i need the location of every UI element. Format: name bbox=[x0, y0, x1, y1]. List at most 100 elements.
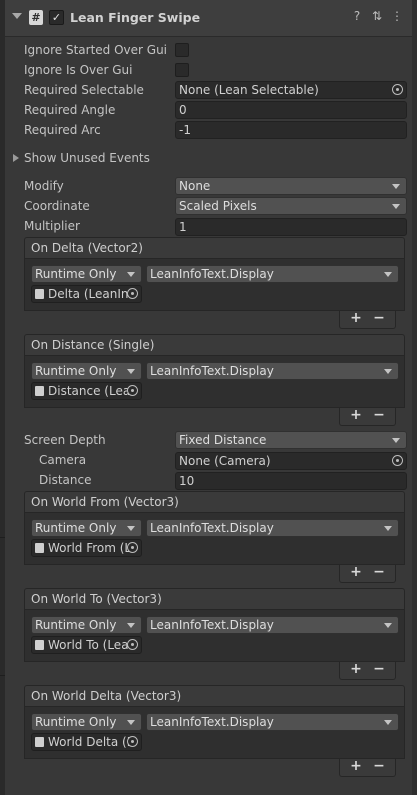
remove-listener-button[interactable]: − bbox=[369, 310, 389, 326]
call-mode-value: Runtime Only bbox=[35, 521, 117, 535]
distance-field[interactable]: 10 bbox=[175, 472, 407, 490]
function-dropdown[interactable]: LeanInfoText.Display bbox=[146, 616, 399, 634]
preset-settings-icon[interactable]: ⇅ bbox=[370, 9, 384, 23]
required-angle-field[interactable]: 0 bbox=[175, 101, 407, 119]
ignore-is-over-checkbox[interactable] bbox=[175, 63, 189, 77]
event-header: On World Delta (Vector3) bbox=[24, 685, 405, 707]
function-value: LeanInfoText.Display bbox=[150, 715, 274, 729]
scrollbar-track[interactable] bbox=[412, 0, 417, 795]
target-object-value: World Delta (L bbox=[48, 735, 134, 749]
function-value: LeanInfoText.Display bbox=[150, 364, 274, 378]
help-icon[interactable]: ? bbox=[350, 9, 364, 23]
add-listener-button[interactable]: + bbox=[346, 310, 366, 326]
screen-depth-dropdown[interactable]: Fixed Distance bbox=[175, 431, 407, 449]
remove-listener-button[interactable]: − bbox=[369, 661, 389, 677]
dropdown-arrow-icon bbox=[384, 720, 392, 725]
distance-label: Distance bbox=[39, 473, 92, 487]
required-arc-label: Required Arc bbox=[24, 123, 101, 137]
script-file-icon bbox=[35, 543, 44, 553]
target-object-value: World To (Lea bbox=[48, 638, 129, 652]
script-icon: # bbox=[29, 10, 43, 25]
object-picker-icon[interactable] bbox=[127, 288, 138, 299]
object-picker-icon[interactable] bbox=[392, 84, 403, 95]
remove-listener-button[interactable]: − bbox=[369, 407, 389, 423]
function-value: LeanInfoText.Display bbox=[150, 618, 274, 632]
coordinate-value: Scaled Pixels bbox=[179, 199, 257, 213]
required-arc-field[interactable]: -1 bbox=[175, 121, 407, 139]
target-object-field[interactable]: World From (L bbox=[31, 539, 142, 557]
event-header: On Distance (Single) bbox=[24, 334, 405, 356]
multiplier-field[interactable]: 1 bbox=[175, 218, 407, 236]
object-picker-icon[interactable] bbox=[127, 639, 138, 650]
dropdown-arrow-icon bbox=[384, 526, 392, 531]
object-picker-icon[interactable] bbox=[392, 455, 403, 466]
more-options-icon[interactable]: ⋮ bbox=[390, 9, 404, 23]
foldout-arrow-icon[interactable] bbox=[13, 154, 19, 162]
add-listener-button[interactable]: + bbox=[346, 564, 366, 580]
call-mode-dropdown[interactable]: Runtime Only bbox=[31, 616, 142, 634]
event-list-footer: + − bbox=[339, 564, 396, 583]
dropdown-arrow-icon bbox=[384, 272, 392, 277]
function-dropdown[interactable]: LeanInfoText.Display bbox=[146, 362, 399, 380]
remove-listener-button[interactable]: − bbox=[369, 758, 389, 774]
multiplier-label: Multiplier bbox=[24, 219, 80, 233]
object-picker-icon[interactable] bbox=[127, 385, 138, 396]
camera-field[interactable]: None (Camera) bbox=[175, 452, 407, 470]
function-dropdown[interactable]: LeanInfoText.Display bbox=[146, 265, 399, 283]
target-object-field[interactable]: World To (Lea bbox=[31, 636, 142, 654]
show-unused-events-foldout[interactable]: Show Unused Events bbox=[24, 151, 150, 165]
dropdown-arrow-icon bbox=[392, 184, 400, 189]
add-listener-button[interactable]: + bbox=[346, 758, 366, 774]
add-listener-button[interactable]: + bbox=[346, 407, 366, 423]
ignore-started-label: Ignore Started Over Gui bbox=[24, 43, 168, 57]
object-picker-icon[interactable] bbox=[127, 542, 138, 553]
event-header: On Delta (Vector2) bbox=[24, 237, 405, 259]
target-object-field[interactable]: Delta (LeanIn bbox=[31, 285, 142, 303]
ignore-started-checkbox[interactable] bbox=[175, 43, 189, 57]
object-picker-icon[interactable] bbox=[127, 736, 138, 747]
target-object-field[interactable]: Distance (Lea bbox=[31, 382, 142, 400]
dropdown-arrow-icon bbox=[384, 623, 392, 628]
dropdown-arrow-icon bbox=[384, 369, 392, 374]
camera-value: None (Camera) bbox=[179, 454, 271, 468]
target-object-value: World From (L bbox=[48, 541, 132, 555]
function-value: LeanInfoText.Display bbox=[150, 521, 274, 535]
call-mode-dropdown[interactable]: Runtime Only bbox=[31, 713, 142, 731]
call-mode-value: Runtime Only bbox=[35, 715, 117, 729]
required-selectable-field[interactable]: None (Lean Selectable) bbox=[175, 81, 407, 99]
coordinate-label: Coordinate bbox=[24, 199, 90, 213]
call-mode-dropdown[interactable]: Runtime Only bbox=[31, 519, 142, 537]
function-value: LeanInfoText.Display bbox=[150, 267, 274, 281]
required-angle-label: Required Angle bbox=[24, 103, 116, 117]
required-selectable-label: Required Selectable bbox=[24, 83, 144, 97]
panel-divider bbox=[0, 675, 5, 676]
target-object-field[interactable]: World Delta (L bbox=[31, 733, 142, 751]
event-body: Runtime Only LeanInfoText.Display World … bbox=[24, 610, 405, 662]
function-dropdown[interactable]: LeanInfoText.Display bbox=[146, 519, 399, 537]
coordinate-dropdown[interactable]: Scaled Pixels bbox=[175, 197, 407, 215]
call-mode-dropdown[interactable]: Runtime Only bbox=[31, 362, 142, 380]
dropdown-arrow-icon bbox=[392, 438, 400, 443]
enabled-checkbox[interactable]: ✓ bbox=[49, 10, 64, 25]
function-dropdown[interactable]: LeanInfoText.Display bbox=[146, 713, 399, 731]
dropdown-arrow-icon bbox=[392, 204, 400, 209]
modify-label: Modify bbox=[24, 179, 64, 193]
target-object-value: Distance (Lea bbox=[48, 384, 131, 398]
component-header[interactable]: # ✓ Lean Finger Swipe ? ⇅ ⋮ bbox=[5, 0, 412, 37]
camera-label: Camera bbox=[39, 453, 87, 467]
add-listener-button[interactable]: + bbox=[346, 661, 366, 677]
panel-divider bbox=[0, 537, 5, 538]
event-header: On World From (Vector3) bbox=[24, 491, 405, 513]
call-mode-dropdown[interactable]: Runtime Only bbox=[31, 265, 142, 283]
screen-depth-label: Screen Depth bbox=[24, 433, 106, 447]
event-body: Runtime Only LeanInfoText.Display World … bbox=[24, 707, 405, 759]
event-list-footer: + − bbox=[339, 758, 396, 777]
script-file-icon bbox=[35, 737, 44, 747]
call-mode-value: Runtime Only bbox=[35, 267, 117, 281]
remove-listener-button[interactable]: − bbox=[369, 564, 389, 580]
dropdown-arrow-icon bbox=[127, 369, 135, 374]
collapse-triangle-icon[interactable] bbox=[12, 13, 22, 19]
script-file-icon bbox=[35, 640, 44, 650]
event-body: Runtime Only LeanInfoText.Display Delta … bbox=[24, 259, 405, 311]
modify-dropdown[interactable]: None bbox=[175, 177, 407, 195]
